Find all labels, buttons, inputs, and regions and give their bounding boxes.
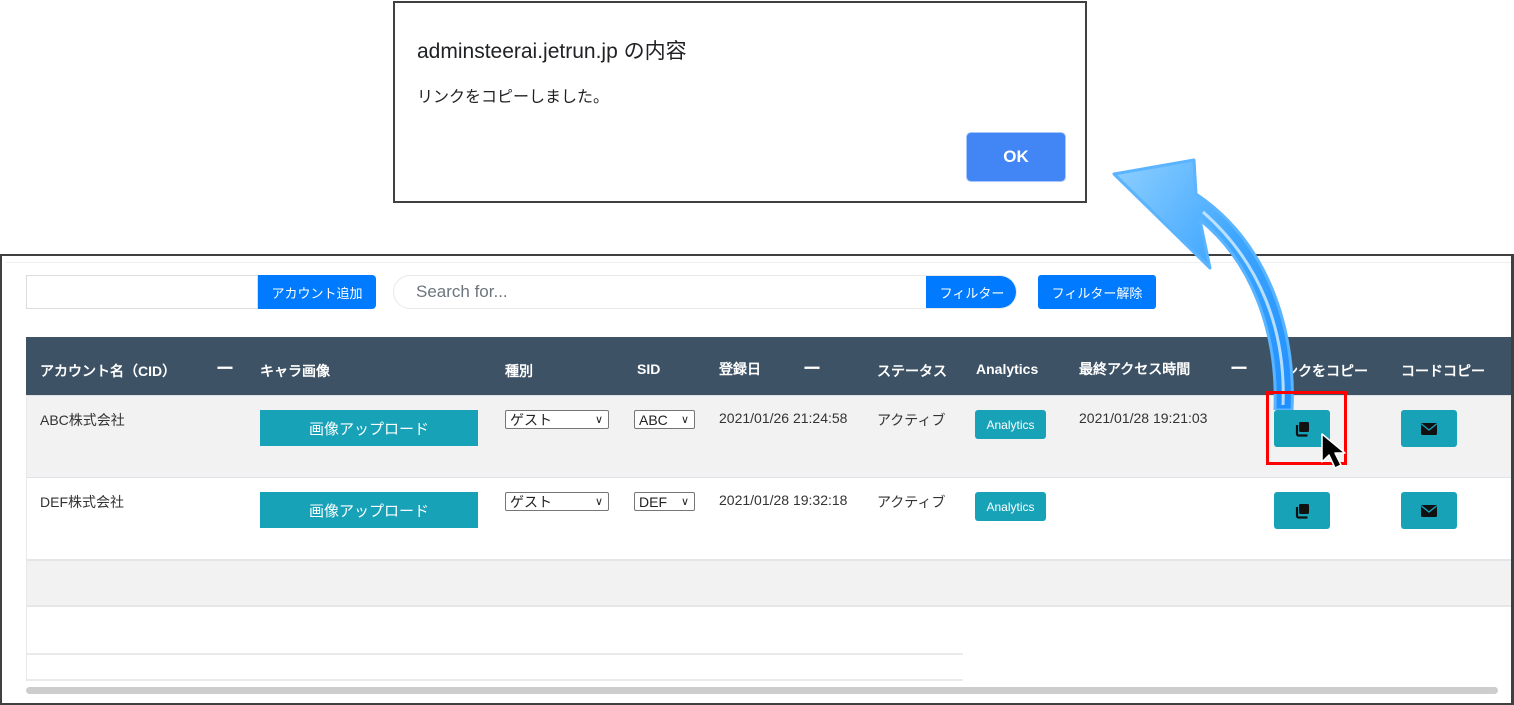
header-account[interactable]: アカウント名（CID） (40, 361, 176, 381)
sid-select[interactable]: ABC ∨ (634, 410, 695, 429)
envelope-icon (1421, 422, 1437, 435)
sort-registered-button[interactable]: ー (803, 355, 821, 381)
copy-link-button[interactable] (1274, 492, 1330, 529)
chevron-down-icon: ∨ (594, 496, 603, 508)
last-access-time: 2021/01/28 19:21:03 (1079, 410, 1208, 426)
type-select[interactable]: ゲスト ∨ (505, 492, 609, 511)
image-upload-button[interactable]: 画像アップロード (260, 492, 478, 528)
type-value: ゲスト (510, 411, 552, 428)
search-input[interactable] (394, 276, 926, 308)
empty-row (26, 607, 963, 655)
sort-account-button[interactable]: ー (216, 355, 234, 381)
copy-link-button[interactable] (1274, 410, 1330, 447)
table-header: アカウント名（CID） ー キャラ画像 種別 SID 登録日 ー ステータス A… (26, 337, 1511, 395)
status-text: アクティブ (877, 494, 946, 510)
copy-icon (1295, 503, 1309, 519)
copy-code-button[interactable] (1401, 492, 1457, 529)
chevron-down-icon: ∨ (680, 496, 689, 508)
alert-dialog: adminsteerai.jetrun.jp の内容 リンクをコピーしました。 … (393, 1, 1087, 203)
image-upload-button[interactable]: 画像アップロード (260, 410, 478, 446)
clear-filter-button[interactable]: フィルター解除 (1038, 275, 1156, 309)
search-group: フィルター (393, 275, 1017, 309)
account-name: ABC株式会社 (40, 412, 125, 428)
sid-value: ABC (639, 411, 668, 428)
status-text: アクティブ (877, 412, 946, 428)
sid-value: DEF (639, 493, 667, 510)
empty-row (26, 559, 1511, 607)
header-sid: SID (637, 361, 661, 377)
table-row: DEF株式会社 画像アップロード ゲスト ∨ DEF ∨ 2021/01/28 … (26, 477, 1511, 559)
panel-content: アカウント追加 フィルター フィルター解除 アカウント名（CID） ー キャラ画… (6, 262, 1511, 703)
account-name-input[interactable] (26, 275, 258, 309)
analytics-button[interactable]: Analytics (975, 492, 1046, 521)
horizontal-scrollbar[interactable] (26, 687, 1498, 694)
filter-button[interactable]: フィルター (926, 276, 1016, 308)
registered-date: 2021/01/26 21:24:58 (719, 410, 848, 426)
dialog-title: adminsteerai.jetrun.jp の内容 (417, 40, 687, 63)
sort-last-access-button[interactable]: ー (1230, 355, 1248, 381)
analytics-button[interactable]: Analytics (975, 410, 1046, 439)
header-type: 種別 (505, 363, 533, 379)
header-status: ステータス (877, 363, 947, 379)
add-account-button[interactable]: アカウント追加 (258, 275, 376, 309)
chevron-down-icon: ∨ (594, 414, 603, 426)
account-name: DEF株式会社 (40, 494, 124, 510)
table-border (26, 395, 27, 681)
chevron-down-icon: ∨ (680, 414, 689, 426)
sid-select[interactable]: DEF ∨ (634, 492, 695, 511)
type-value: ゲスト (510, 493, 552, 510)
header-copy-code: コードコピー (1401, 363, 1485, 379)
copy-code-button[interactable] (1401, 410, 1457, 447)
envelope-icon (1421, 504, 1437, 517)
header-last-access[interactable]: 最終アクセス時間 (1079, 359, 1190, 379)
table-row: ABC株式会社 画像アップロード ゲスト ∨ ABC ∨ 2021/01/26 … (26, 395, 1511, 477)
copy-icon (1295, 421, 1309, 437)
type-select[interactable]: ゲスト ∨ (505, 410, 609, 429)
registered-date: 2021/01/28 19:32:18 (719, 492, 848, 508)
header-analytics: Analytics (976, 361, 1039, 377)
account-management-panel: アカウント追加 フィルター フィルター解除 アカウント名（CID） ー キャラ画… (0, 254, 1514, 705)
empty-row (26, 655, 963, 681)
header-registered[interactable]: 登録日 (719, 359, 761, 379)
ok-button[interactable]: OK (966, 132, 1066, 182)
dialog-message: リンクをコピーしました。 (417, 89, 610, 106)
header-copy-link: リンクをコピー (1270, 363, 1368, 379)
header-image: キャラ画像 (260, 363, 330, 379)
